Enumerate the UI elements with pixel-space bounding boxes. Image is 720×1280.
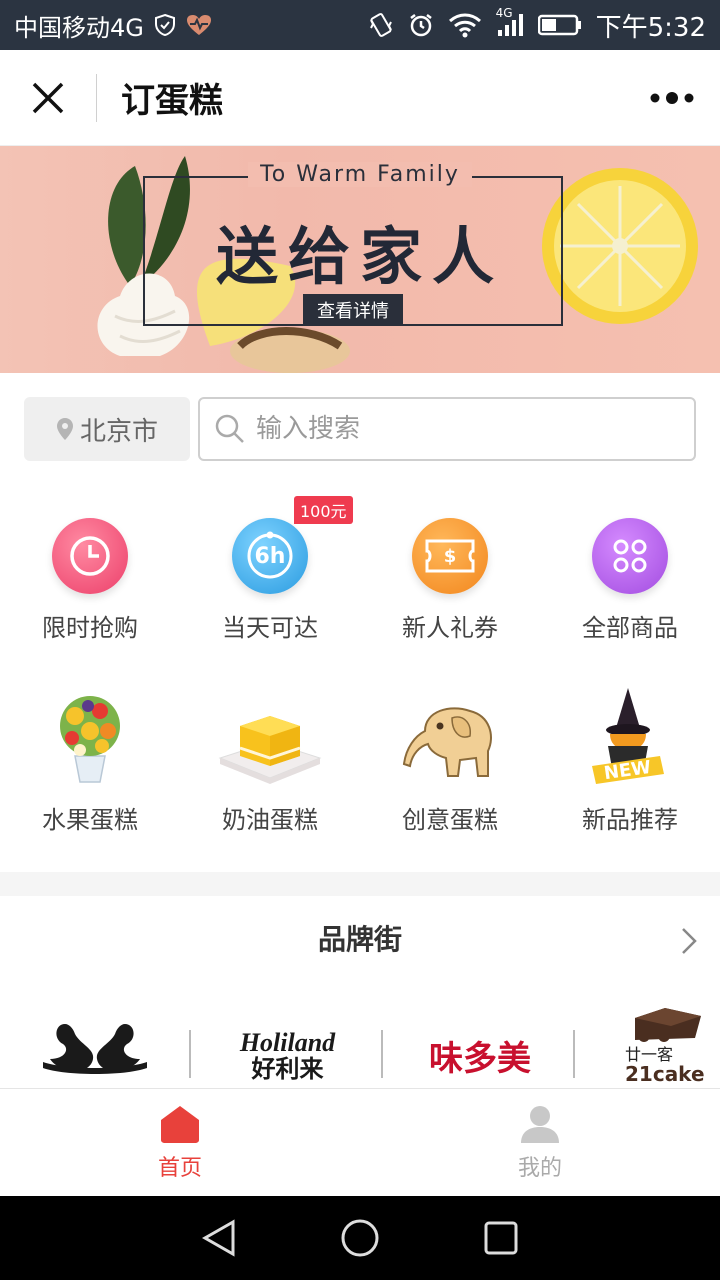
shield-icon [154,13,176,37]
new-products-item[interactable]: NEW 新品推荐 [540,686,720,881]
title-bar: 订蛋糕 [0,50,720,146]
category-label: 创意蛋糕 [402,806,498,834]
cream-cake-item[interactable]: 奶油蛋糕 [180,686,360,881]
bottom-nav: 首页 我的 [0,1088,720,1196]
nav-home-label: 首页 [157,1155,202,1181]
grid-dots-icon [592,518,668,594]
wdm-name: 味多美 [429,1038,531,1079]
brand-black-swan[interactable] [30,1000,160,1088]
fruit-cake-item[interactable]: 水果蛋糕 [0,686,180,881]
title-divider [96,73,97,122]
clock-label: 下午5:32 [595,12,706,43]
more-dots-icon [650,91,694,104]
witch-hat-cake-image: NEW [575,686,685,786]
nav-home[interactable]: 首页 [0,1089,360,1196]
black-swan-logo [43,1024,147,1074]
chevron-right-icon [682,928,697,954]
vibrate-icon [368,12,394,38]
new-user-coupon-item[interactable]: $ 新人礼券 [360,490,540,680]
quick-action-label: 新人礼券 [402,614,498,642]
signal-icon: 4G [496,6,524,38]
search-row: 北京市 [24,397,696,461]
close-icon [32,82,64,113]
battery-icon [537,13,582,37]
carrier-label: 中国移动4G [14,13,144,42]
brand-street-title: 品牌街 [317,923,402,956]
clock-icon [52,518,128,594]
creative-cake-item[interactable]: 创意蛋糕 [360,686,540,881]
back-icon[interactable] [201,1218,237,1258]
city-selector[interactable]: 北京市 [24,397,190,461]
brand-divider [573,1030,575,1078]
banner-detail-button[interactable]: 查看详情 [303,294,403,326]
fruit-bouquet-image [35,686,145,786]
holiland-name-en: Holiland [239,1028,336,1057]
categories-row: 水果蛋糕 奶油蛋糕 创意蛋糕 NEW 新品推荐 [0,686,720,881]
quick-action-label: 限时抢购 [42,614,138,642]
quick-action-label: 当天可达 [222,614,318,642]
6h-icon-text: 6h [254,543,286,569]
quick-actions-row: 限时抢购 6h 当天可达 $ 新人礼券 全部商品 100元 [0,490,720,680]
page-title: 订蛋糕 [121,81,223,121]
banner-subtitle: To Warm Family [0,162,720,187]
quick-action-label: 全部商品 [582,614,678,642]
category-grid: 限时抢购 6h 当天可达 $ 新人礼券 全部商品 100元 水果蛋糕 奶油蛋糕 … [0,490,720,881]
wifi-icon [448,12,482,38]
banner-headline: 送给家人 [215,220,504,293]
search-box[interactable] [198,397,696,461]
brand-street-more[interactable] [680,926,698,960]
holiland-name-cn: 好利来 [251,1055,324,1083]
heart-rate-icon [186,14,212,36]
brand-wdm[interactable]: 味多美 [395,1000,565,1088]
mango-cake-image [215,686,325,786]
alarm-icon [408,12,434,38]
new-tag: NEW [603,757,653,784]
status-bar: 中国移动4G 4G 下午5:32 [0,0,720,50]
21cake-name-cn: 廿一客 [625,1045,674,1064]
close-button[interactable] [0,50,96,146]
brand-divider [189,1030,191,1078]
brand-holiland[interactable]: Holiland 好利来 [205,1000,370,1088]
more-button[interactable] [624,50,720,146]
coupon-badge: 100元 [294,496,353,524]
flash-sale-item[interactable]: 限时抢购 [0,490,180,680]
search-input[interactable] [256,414,656,444]
svg-text:$: $ [444,546,457,567]
search-icon [215,414,244,443]
city-label: 北京市 [79,416,158,447]
recents-icon[interactable] [483,1220,519,1256]
brand-divider [381,1030,383,1078]
home-icon [161,1105,199,1143]
all-products-item[interactable]: 全部商品 [540,490,720,680]
location-pin-icon [56,418,73,440]
nav-me[interactable]: 我的 [360,1089,720,1196]
brand-21cake[interactable]: 廿一客 21cake [625,1000,720,1088]
promo-banner[interactable]: To Warm Family 送给家人 查看详情 [0,146,720,373]
home-circle-icon[interactable] [340,1218,380,1258]
elephant-cookie-image [395,686,505,786]
6h-icon: 6h [232,518,308,594]
category-label: 水果蛋糕 [42,806,138,834]
brand-list: Holiland 好利来 味多美 廿一客 21cake [0,1000,720,1088]
21cake-logo [635,1008,701,1042]
user-icon [521,1105,559,1143]
section-separator [0,872,720,896]
21cake-name-en: 21cake [625,1061,705,1086]
category-label: 新品推荐 [582,806,678,834]
coupon-icon: $ [412,518,488,594]
network-type-label: 4G [495,6,513,20]
system-nav-bar [0,1196,720,1280]
nav-me-label: 我的 [517,1155,562,1181]
category-label: 奶油蛋糕 [222,806,318,834]
